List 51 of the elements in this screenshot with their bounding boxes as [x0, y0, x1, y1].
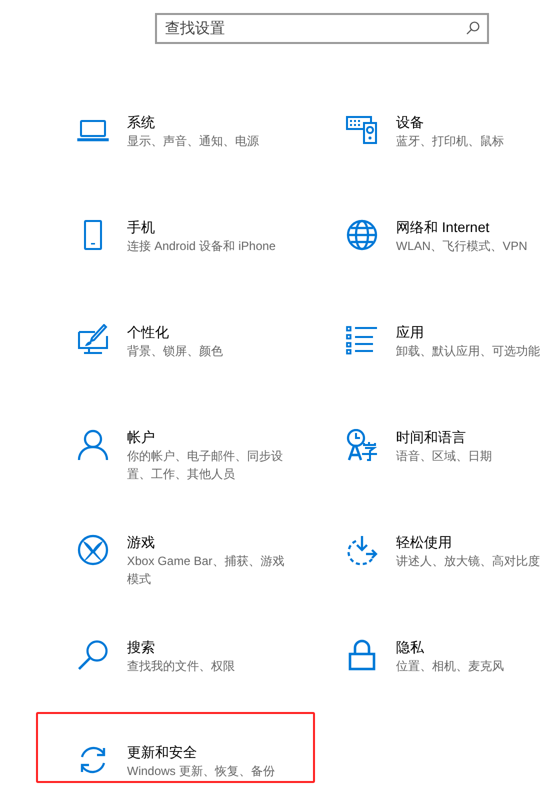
settings-category[interactable]: 网络和 Internet WLAN、飞行模式、VPN: [338, 213, 543, 260]
category-description: WLAN、飞行模式、VPN: [396, 238, 528, 255]
category-title: 网络和 Internet: [396, 218, 490, 237]
category-title: 帐户: [127, 428, 156, 447]
settings-category[interactable]: 帐户 你的帐户、电子邮件、同步设置、工作、其他人员: [69, 423, 338, 488]
search-field[interactable]: 查找设置: [155, 13, 489, 44]
category-description: 连接 Android 设备和 iPhone: [127, 238, 277, 255]
category-description: 卸载、默认应用、可选功能: [396, 343, 541, 360]
category-description: 显示、声音、通知、电源: [127, 133, 260, 150]
settings-category[interactable]: 搜索 查找我的文件、权限: [69, 633, 338, 680]
category-description: 查找我的文件、权限: [127, 658, 236, 675]
settings-category[interactable]: 系统 显示、声音、通知、电源: [69, 108, 338, 155]
clock-letters-icon: [346, 429, 378, 461]
category-description: 讲述人、放大镜、高对比度: [396, 553, 541, 570]
accessibility-icon: [346, 534, 378, 566]
keyboard-speaker-icon: [346, 114, 378, 146]
category-title: 搜索: [127, 638, 156, 657]
globe-icon: [346, 219, 378, 251]
category-description: 蓝牙、打印机、鼠标: [396, 133, 505, 150]
category-description: Xbox Game Bar、捕获、游戏模式: [127, 553, 286, 588]
category-description: 语音、区域、日期: [396, 448, 493, 465]
category-title: 更新和安全: [127, 743, 198, 762]
monitor-brush-icon: [77, 324, 109, 356]
settings-category[interactable]: 个性化 背景、锁屏、颜色: [69, 318, 338, 365]
settings-category[interactable]: 应用 卸载、默认应用、可选功能: [338, 318, 543, 365]
search-icon: [466, 21, 480, 35]
category-description: 背景、锁屏、颜色: [127, 343, 224, 360]
lock-icon: [346, 639, 378, 671]
category-title: 设备: [396, 113, 425, 132]
settings-category[interactable]: 隐私 位置、相机、麦克风: [338, 633, 543, 680]
search-icon: [77, 639, 109, 671]
xbox-icon: [77, 534, 109, 566]
category-title: 轻松使用: [396, 533, 453, 552]
category-title: 隐私: [396, 638, 425, 657]
category-title: 时间和语言: [396, 428, 467, 447]
settings-category[interactable]: 设备 蓝牙、打印机、鼠标: [338, 108, 543, 155]
settings-category[interactable]: 手机 连接 Android 设备和 iPhone: [69, 213, 338, 260]
category-description: 位置、相机、麦克风: [396, 658, 505, 675]
category-title: 游戏: [127, 533, 156, 552]
category-title: 手机: [127, 218, 156, 237]
category-title: 系统: [127, 113, 156, 132]
category-description: 你的帐户、电子邮件、同步设置、工作、其他人员: [127, 448, 284, 483]
settings-category[interactable]: 时间和语言 语音、区域、日期: [338, 423, 543, 470]
settings-category[interactable]: 轻松使用 讲述人、放大镜、高对比度: [338, 528, 543, 575]
category-title: 个性化: [127, 323, 170, 342]
category-title: 应用: [396, 323, 425, 342]
settings-category[interactable]: 游戏 Xbox Game Bar、捕获、游戏模式: [69, 528, 338, 593]
person-icon: [77, 429, 109, 461]
list-icon: [346, 324, 378, 356]
category-description: Windows 更新、恢复、备份: [127, 763, 276, 780]
settings-category[interactable]: 更新和安全 Windows 更新、恢复、备份: [69, 738, 338, 785]
